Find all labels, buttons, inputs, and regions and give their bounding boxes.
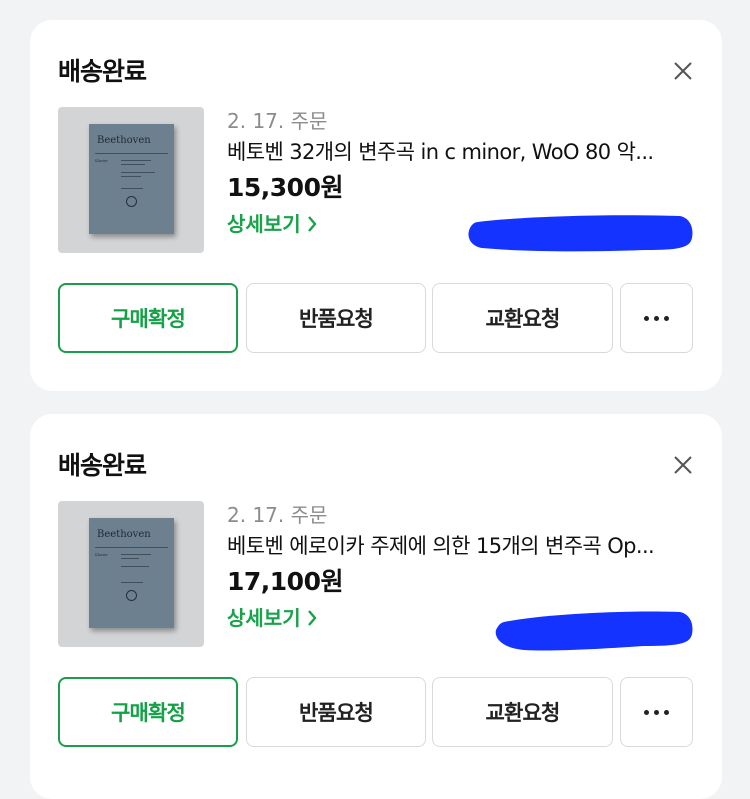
confirm-purchase-button[interactable]: 구매확정 bbox=[58, 677, 238, 747]
cover-rule bbox=[121, 582, 143, 583]
book-cover-image: Beethoven Klavier bbox=[89, 124, 174, 234]
exchange-request-button[interactable]: 교환요청 bbox=[432, 677, 613, 747]
more-button[interactable] bbox=[620, 283, 693, 353]
cover-text: Klavier bbox=[95, 159, 108, 163]
cover-rule bbox=[121, 172, 155, 173]
product-name[interactable]: 베토벤 에로이카 주제에 의한 15개의 변주곡 Op... bbox=[227, 529, 697, 563]
order-card: 배송완료 Beethoven Klavier 2. 17. 주문 베토벤 32개… bbox=[30, 20, 722, 391]
order-date: 2. 17. 주문 bbox=[227, 503, 328, 527]
close-icon[interactable] bbox=[672, 60, 694, 82]
chevron-right-icon bbox=[307, 216, 317, 232]
order-card: 배송완료 Beethoven Klavier 2. 17. 주문 베토벤 에로이… bbox=[30, 414, 722, 799]
cover-rule bbox=[121, 164, 145, 165]
cover-rule bbox=[121, 558, 139, 559]
more-button[interactable] bbox=[620, 677, 693, 747]
book-cover-title: Beethoven bbox=[97, 135, 151, 146]
publisher-emblem bbox=[126, 590, 137, 601]
publisher-emblem bbox=[126, 196, 137, 207]
order-status: 배송완료 bbox=[58, 57, 147, 86]
cover-rule bbox=[121, 188, 143, 189]
book-cover-title: Beethoven bbox=[97, 529, 151, 540]
return-request-button[interactable]: 반품요청 bbox=[246, 283, 426, 353]
cover-rule bbox=[121, 176, 141, 177]
order-status: 배송완료 bbox=[58, 451, 147, 480]
cover-rule bbox=[121, 566, 149, 567]
redaction-scribble bbox=[468, 215, 693, 252]
cover-rule bbox=[121, 554, 151, 555]
exchange-request-button[interactable]: 교환요청 bbox=[432, 283, 613, 353]
product-price: 17,100원 bbox=[227, 567, 343, 596]
more-icon bbox=[644, 315, 669, 321]
product-price: 15,300원 bbox=[227, 173, 343, 202]
cover-rule bbox=[95, 547, 168, 548]
book-cover-image: Beethoven Klavier bbox=[89, 518, 174, 628]
return-request-button[interactable]: 반품요청 bbox=[246, 677, 426, 747]
cover-rule bbox=[95, 153, 168, 154]
redaction-scribble bbox=[495, 611, 693, 651]
product-thumbnail[interactable]: Beethoven Klavier bbox=[58, 501, 204, 647]
order-date: 2. 17. 주문 bbox=[227, 109, 328, 133]
product-thumbnail[interactable]: Beethoven Klavier bbox=[58, 107, 204, 253]
more-icon bbox=[644, 709, 669, 715]
detail-link-label: 상세보기 bbox=[227, 606, 301, 630]
cover-text: Klavier bbox=[95, 553, 108, 557]
confirm-purchase-button[interactable]: 구매확정 bbox=[58, 283, 238, 353]
product-name[interactable]: 베토벤 32개의 변주곡 in c minor, WoO 80 악... bbox=[227, 135, 697, 169]
chevron-right-icon bbox=[307, 610, 317, 626]
cover-rule bbox=[121, 160, 151, 161]
detail-link-label: 상세보기 bbox=[227, 212, 301, 236]
close-icon[interactable] bbox=[672, 454, 694, 476]
